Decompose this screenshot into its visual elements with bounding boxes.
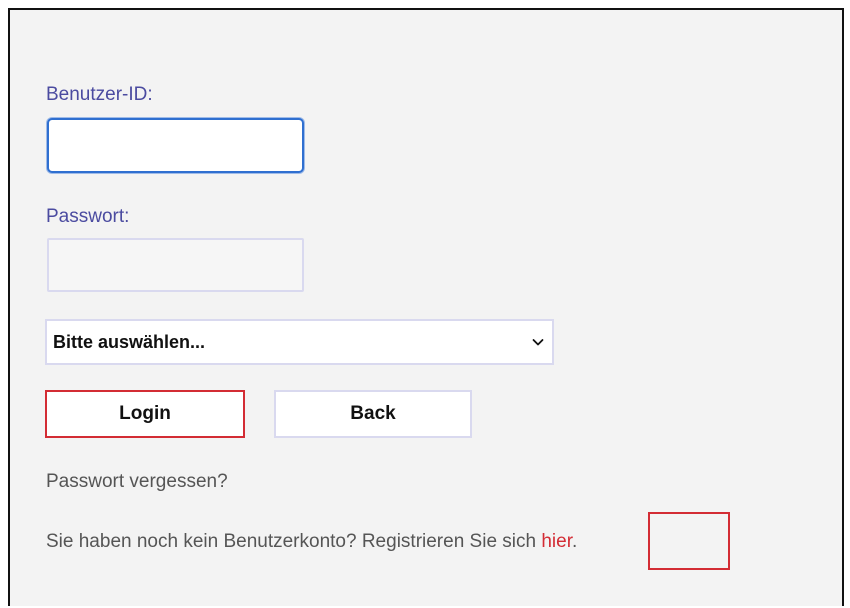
register-line: Sie haben noch kein Benutzerkonto? Regis…: [46, 531, 577, 553]
role-select-value: Bitte auswählen...: [53, 331, 206, 352]
role-select[interactable]: Bitte auswählen...: [45, 319, 554, 365]
login-panel: Benutzer-ID: Passwort: Bitte auswählen..…: [8, 8, 844, 606]
highlight-box: [648, 512, 730, 570]
login-button[interactable]: Login: [45, 390, 245, 438]
password-label: Passwort:: [46, 206, 130, 227]
back-button[interactable]: Back: [274, 390, 472, 438]
register-suffix: .: [572, 531, 578, 552]
register-text: Sie haben noch kein Benutzerkonto? Regis…: [46, 531, 542, 552]
chevron-down-icon: [532, 339, 544, 346]
user-id-input[interactable]: [47, 118, 304, 173]
user-id-label: Benutzer-ID:: [46, 84, 153, 105]
password-input[interactable]: [47, 238, 304, 292]
register-link[interactable]: hier: [541, 531, 572, 552]
forgot-password-link[interactable]: Passwort vergessen?: [46, 471, 228, 493]
